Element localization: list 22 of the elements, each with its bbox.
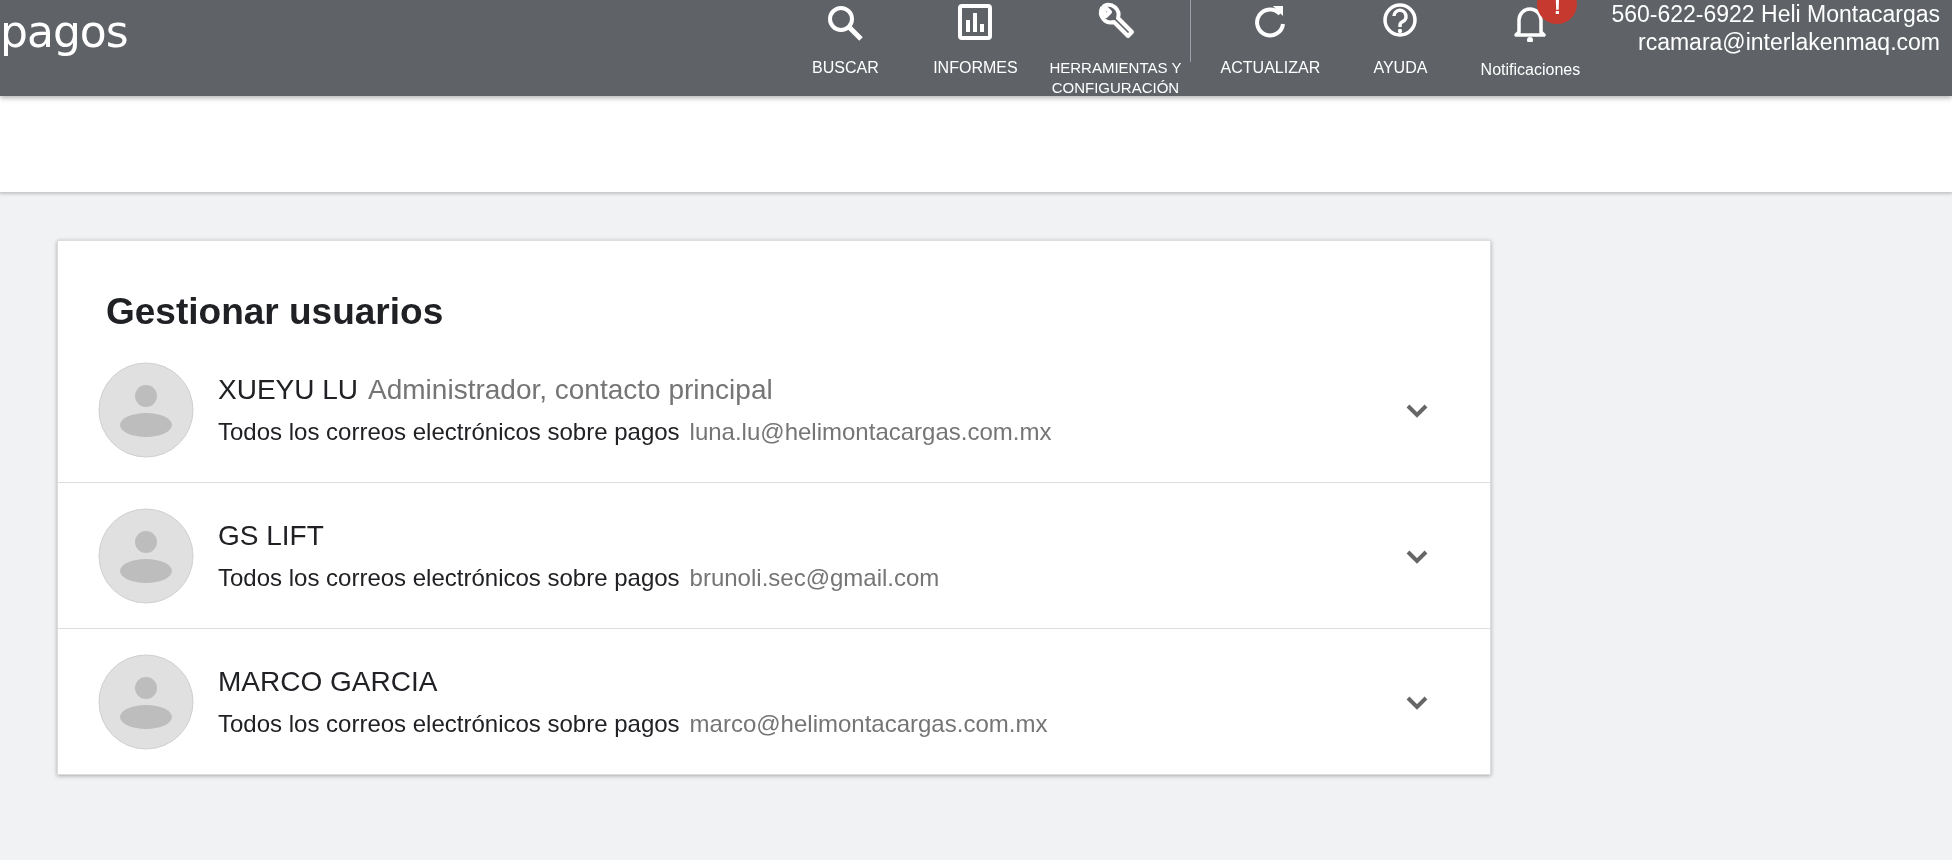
nav-button[interactable]: ACTUALIZAR: [1205, 0, 1336, 78]
user-email: marco@helimontacargas.com.mx: [689, 709, 1048, 738]
subscription-text: Todos los correos electrónicos sobre pagos: [218, 417, 680, 446]
avatar-icon: [98, 361, 194, 458]
page-title: pagos: [0, 6, 128, 57]
account-name: 560-622-6922 Heli Montacargas: [1611, 0, 1940, 28]
nav-button[interactable]: AYUDA: [1335, 0, 1466, 78]
nav-button[interactable]: INFORMES: [910, 0, 1041, 78]
avatar-icon: [98, 507, 194, 604]
user-name: XUEYU LU: [218, 373, 359, 406]
nav-button[interactable]: BUSCAR: [780, 0, 911, 78]
user-name: GS LIFT: [218, 519, 324, 552]
user-name: MARCO GARCIA: [218, 665, 438, 698]
avatar-icon: [98, 653, 194, 750]
nav-button[interactable]: HERRAMIENTAS Y CONFIGURACIÓN: [1040, 0, 1191, 98]
subscription-text: Todos los correos electrónicos sobre pagos: [218, 709, 680, 738]
account-email: rcamara@interlakenmaq.com: [1637, 28, 1940, 56]
user-role: Administrador, contacto principal: [368, 373, 773, 406]
user-email: brunoli.sec@gmail.com: [689, 563, 940, 592]
user-email: luna.lu@helimontacargas.com.mx: [689, 417, 1052, 446]
card-title: Gestionar usuarios: [105, 290, 445, 334]
subscription-text: Todos los correos electrónicos sobre pagos: [218, 563, 680, 592]
